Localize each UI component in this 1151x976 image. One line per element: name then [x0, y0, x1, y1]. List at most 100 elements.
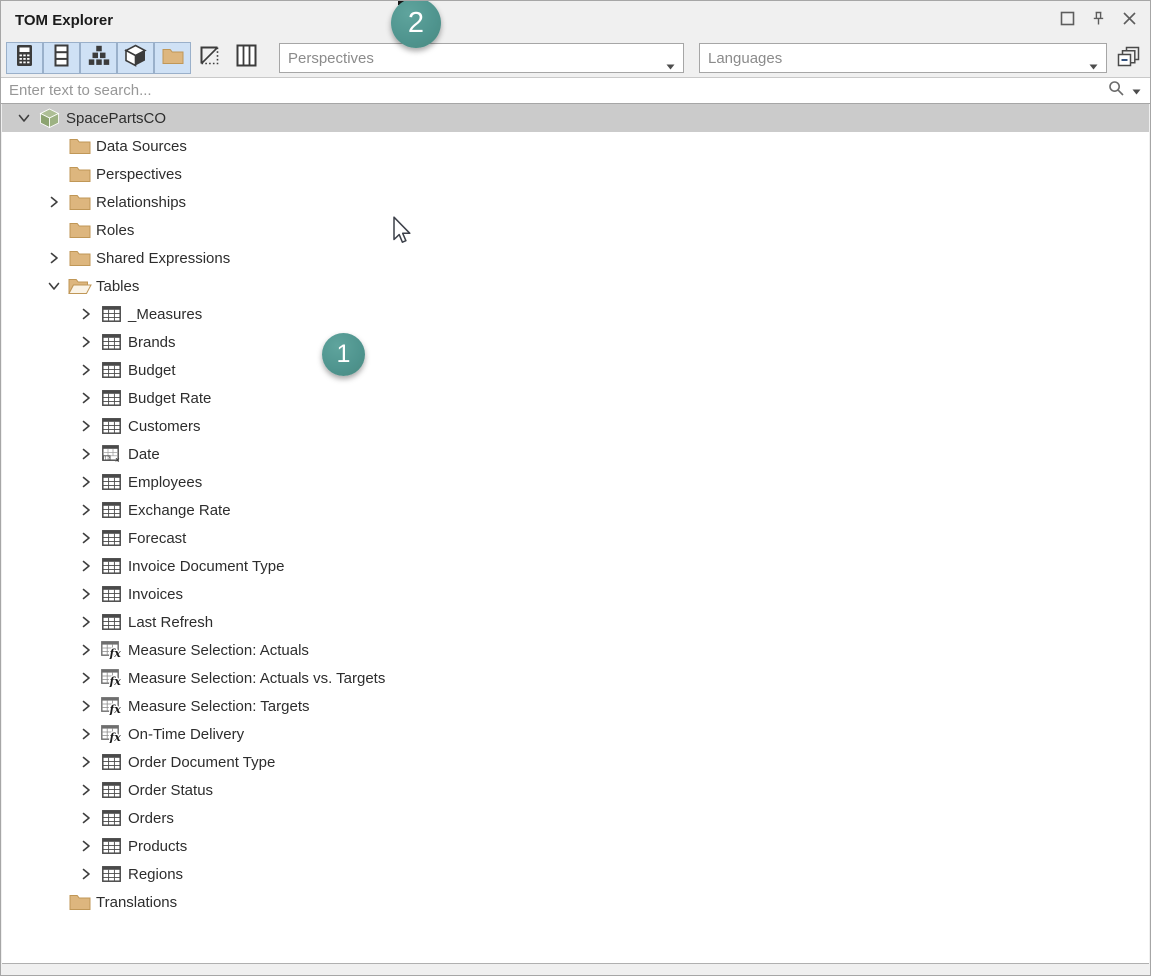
tree-item-last-refresh[interactable]: Last Refresh [2, 608, 1149, 636]
tree-item-shared-expressions[interactable]: Shared Expressions [2, 244, 1149, 272]
table-icon [98, 300, 125, 328]
expander-spacer [42, 160, 66, 188]
toolbar-button-perspective-view[interactable] [191, 42, 228, 74]
tree-item-label: Data Sources [93, 138, 187, 155]
chevron-right-icon[interactable] [74, 468, 98, 496]
tree-item-label: Order Status [125, 782, 213, 799]
chevron-right-icon[interactable] [74, 524, 98, 552]
model-icon [36, 104, 63, 132]
tree-item-relationships[interactable]: Relationships [2, 188, 1149, 216]
tree-item-translations[interactable]: Translations [2, 888, 1149, 916]
chevron-right-icon[interactable] [74, 720, 98, 748]
chevron-right-icon[interactable] [42, 188, 66, 216]
languages-dropdown[interactable]: Languages [699, 43, 1107, 73]
chevron-right-icon[interactable] [74, 860, 98, 888]
chevron-right-icon[interactable] [74, 664, 98, 692]
expander-spacer [42, 216, 66, 244]
tree-item-label: Exchange Rate [125, 502, 231, 519]
folder-icon [66, 888, 93, 916]
tree-item-products[interactable]: Products [2, 832, 1149, 860]
tree-item-forecast[interactable]: Forecast [2, 524, 1149, 552]
tree-item-perspectives[interactable]: Perspectives [2, 160, 1149, 188]
tree-item-regions[interactable]: Regions [2, 860, 1149, 888]
tree-item-budget[interactable]: Budget [2, 356, 1149, 384]
tree-item-label: Products [125, 838, 187, 855]
tree-item-measure-selection-actuals-vs-targets[interactable]: fxMeasure Selection: Actuals vs. Targets [2, 664, 1149, 692]
table-icon [98, 496, 125, 524]
chevron-right-icon[interactable] [74, 776, 98, 804]
tree-item-brands[interactable]: Brands [2, 328, 1149, 356]
toolbar-buttons [6, 42, 265, 74]
chevron-down-icon [1089, 57, 1098, 74]
callout-badge-2-number: 2 [408, 7, 424, 40]
table-fx-icon: fx [98, 636, 125, 664]
chevron-right-icon[interactable] [74, 440, 98, 468]
tree-item-exchange-rate[interactable]: Exchange Rate [2, 496, 1149, 524]
maximize-button[interactable] [1058, 12, 1076, 30]
chevron-right-icon[interactable] [74, 692, 98, 720]
svg-text:x: x [115, 455, 120, 463]
toolbar-button-measures[interactable] [6, 42, 43, 74]
chevron-right-icon[interactable] [74, 384, 98, 412]
tree-item-measures[interactable]: _Measures [2, 300, 1149, 328]
search-input[interactable] [1, 82, 1108, 99]
cascade-windows-button[interactable] [1113, 45, 1143, 72]
tree-item-label: On-Time Delivery [125, 726, 244, 743]
toolbar-button-partitions[interactable] [117, 42, 154, 74]
tree-item-spacepartsco[interactable]: SpacePartsCO [2, 104, 1149, 132]
chevron-right-icon[interactable] [74, 804, 98, 832]
toolbar-button-column-view[interactable] [228, 42, 265, 74]
tree-item-employees[interactable]: Employees [2, 468, 1149, 496]
chevron-right-icon[interactable] [74, 636, 98, 664]
tree-item-roles[interactable]: Roles [2, 216, 1149, 244]
toolbar-button-display-folders[interactable] [154, 42, 191, 74]
maximize-icon [1060, 11, 1075, 31]
tree-item-label: Roles [93, 222, 134, 239]
chevron-right-icon[interactable] [74, 328, 98, 356]
search-options-caret-icon[interactable] [1132, 82, 1141, 100]
table-icon [98, 552, 125, 580]
chevron-right-icon[interactable] [74, 580, 98, 608]
chevron-right-icon[interactable] [74, 748, 98, 776]
chevron-right-icon[interactable] [74, 356, 98, 384]
toolbar-button-hierarchies[interactable] [80, 42, 117, 74]
search-icon[interactable] [1108, 80, 1125, 102]
tree-item-order-document-type[interactable]: Order Document Type [2, 748, 1149, 776]
perspective-icon [198, 44, 221, 72]
tree-item-customers[interactable]: Customers [2, 412, 1149, 440]
chevron-right-icon[interactable] [74, 300, 98, 328]
chevron-right-icon[interactable] [74, 496, 98, 524]
svg-text:fx: fx [109, 675, 122, 687]
cube-icon [124, 44, 147, 72]
tree-item-invoice-document-type[interactable]: Invoice Document Type [2, 552, 1149, 580]
table-fx-icon: fx [98, 692, 125, 720]
tree-item-orders[interactable]: Orders [2, 804, 1149, 832]
tree-item-data-sources[interactable]: Data Sources [2, 132, 1149, 160]
chevron-right-icon[interactable] [74, 552, 98, 580]
tree-item-on-time-delivery[interactable]: fxOn-Time Delivery [2, 720, 1149, 748]
tree-item-label: Regions [125, 866, 183, 883]
model-tree: SpacePartsCO Data Sources PerspectivesRela… [2, 104, 1149, 964]
svg-text:fx: fx [109, 647, 122, 659]
perspectives-dropdown[interactable]: Perspectives [279, 43, 684, 73]
chevron-down-icon[interactable] [42, 272, 66, 300]
tree-item-measure-selection-actuals[interactable]: fxMeasure Selection: Actuals [2, 636, 1149, 664]
tree-item-date[interactable]: 12xDate [2, 440, 1149, 468]
toolbar-button-columns[interactable] [43, 42, 80, 74]
title-bar: TOM Explorer [1, 1, 1150, 41]
folder-icon [66, 244, 93, 272]
chevron-right-icon[interactable] [74, 412, 98, 440]
tree-item-measure-selection-targets[interactable]: fxMeasure Selection: Targets [2, 692, 1149, 720]
tree-item-label: Translations [93, 894, 177, 911]
chevron-down-icon[interactable] [12, 104, 36, 132]
chevron-right-icon[interactable] [42, 244, 66, 272]
tree-item-invoices[interactable]: Invoices [2, 580, 1149, 608]
tree-item-budget-rate[interactable]: Budget Rate [2, 384, 1149, 412]
tree-item-tables[interactable]: Tables [2, 272, 1149, 300]
pin-button[interactable] [1089, 12, 1107, 30]
chevron-right-icon[interactable] [74, 832, 98, 860]
tree-item-order-status[interactable]: Order Status [2, 776, 1149, 804]
chevron-right-icon[interactable] [74, 608, 98, 636]
close-button[interactable] [1120, 12, 1138, 30]
tree-item-label: Invoices [125, 586, 183, 603]
